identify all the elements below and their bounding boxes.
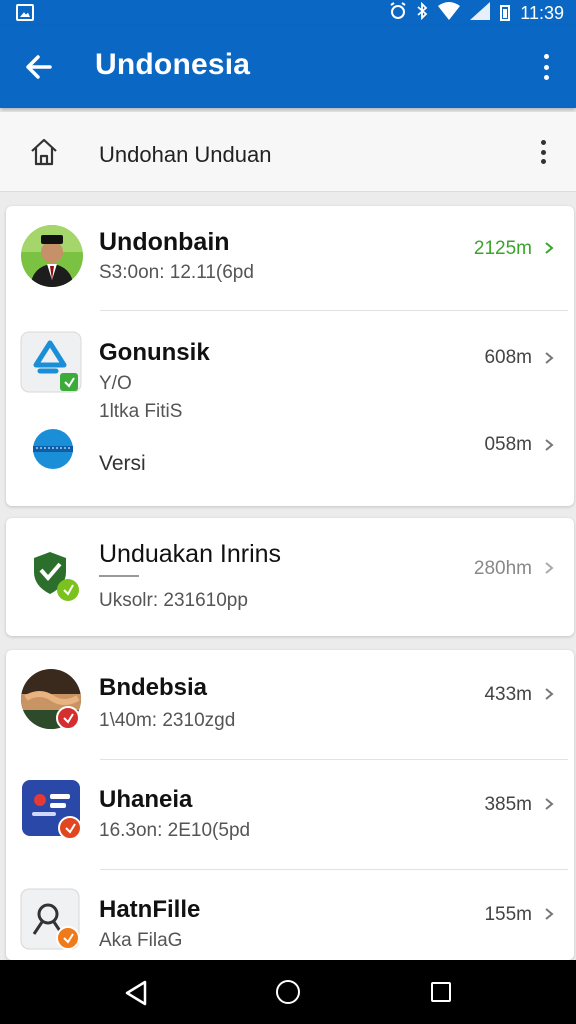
app-icon	[22, 778, 86, 842]
item-detail: Uksolr: 231610pp	[99, 590, 248, 611]
folder-header: Undohan Unduan	[0, 112, 576, 192]
list-item[interactable]: HatnFille Aka FilaG 155m	[6, 870, 574, 960]
list-item[interactable]: Unduakan Inrins Uksolr: 231610pp 280hm	[6, 518, 574, 636]
chevron-right-icon	[542, 351, 556, 365]
item-detail: Versi	[99, 452, 146, 475]
shield-icon	[30, 548, 82, 606]
list-card: Bndebsia 1\40m: 2310zgd 433m Uhaneia 16.…	[6, 650, 574, 960]
chevron-right-icon	[542, 907, 556, 921]
status-time: 11:39	[520, 2, 564, 23]
item-name: Bndebsia	[99, 674, 208, 701]
more-vert-icon[interactable]	[536, 52, 556, 82]
list-item[interactable]: Uhaneia 16.3on: 2E10(5pd 385m	[6, 760, 574, 868]
avatar	[20, 668, 84, 732]
chevron-right-icon	[542, 438, 556, 452]
list-card: Undonbain S3:0on: 12.11(6pd 2125m Gonuns…	[6, 206, 574, 506]
avatar	[20, 224, 84, 288]
divider	[99, 575, 139, 577]
list-item[interactable]: Gonunsik Y/O 1ltka FitiS 608m	[6, 311, 574, 422]
list-item[interactable]: Undonbain S3:0on: 12.11(6pd 2125m	[6, 206, 574, 310]
chevron-right-icon	[542, 561, 556, 575]
item-name: Gonunsik	[99, 339, 210, 366]
page-title: Undonesia	[95, 48, 251, 81]
arrow-left-icon[interactable]	[22, 50, 56, 84]
nav-home-icon[interactable]	[276, 980, 300, 1004]
status-bar: 11:39	[0, 0, 576, 26]
chevron-right-icon	[542, 687, 556, 701]
chevron-right-icon	[542, 797, 556, 811]
list-item[interactable]: Versi 058m	[6, 416, 574, 502]
item-detail: 16.3on: 2E10(5pd	[99, 820, 251, 841]
signal-icon	[470, 2, 491, 24]
item-size: 2125m	[473, 238, 532, 259]
battery-icon	[500, 5, 511, 21]
item-size: 155m	[484, 904, 532, 925]
navigation-bar	[0, 960, 576, 1024]
list-item[interactable]: Bndebsia 1\40m: 2310zgd 433m	[6, 650, 574, 758]
item-size: 385m	[484, 794, 532, 815]
home-icon[interactable]	[28, 136, 60, 168]
wifi-icon	[438, 2, 461, 24]
item-detail: S3:0on: 12.11(6pd	[99, 262, 254, 283]
item-detail: Y/O	[99, 373, 132, 394]
search-file-icon	[20, 888, 84, 952]
more-vert-icon[interactable]	[538, 138, 548, 166]
item-name: Uhaneia	[99, 786, 193, 813]
globe-icon	[32, 428, 74, 470]
item-name: Undonbain	[99, 228, 230, 256]
list-card: Unduakan Inrins Uksolr: 231610pp 280hm	[6, 518, 574, 636]
item-name: HatnFille	[99, 896, 201, 923]
bluetooth-icon	[416, 1, 428, 24]
item-detail: 1\40m: 2310zgd	[99, 710, 236, 731]
nav-back-icon[interactable]	[124, 980, 148, 1006]
item-name: Unduakan Inrins	[99, 540, 282, 568]
item-size: 058m	[484, 434, 532, 455]
item-size: 433m	[484, 684, 532, 705]
app-bar: Undonesia	[0, 26, 576, 108]
gallery-icon	[16, 4, 34, 21]
alarm-icon	[390, 2, 406, 24]
item-size: 280hm	[473, 558, 532, 579]
folder-label: Undohan Unduan	[99, 142, 272, 167]
app-icon	[20, 331, 84, 395]
nav-recents-icon[interactable]	[431, 982, 451, 1002]
chevron-right-icon	[542, 241, 556, 255]
item-detail: Aka FilaG	[99, 930, 183, 951]
item-size: 608m	[484, 347, 532, 368]
